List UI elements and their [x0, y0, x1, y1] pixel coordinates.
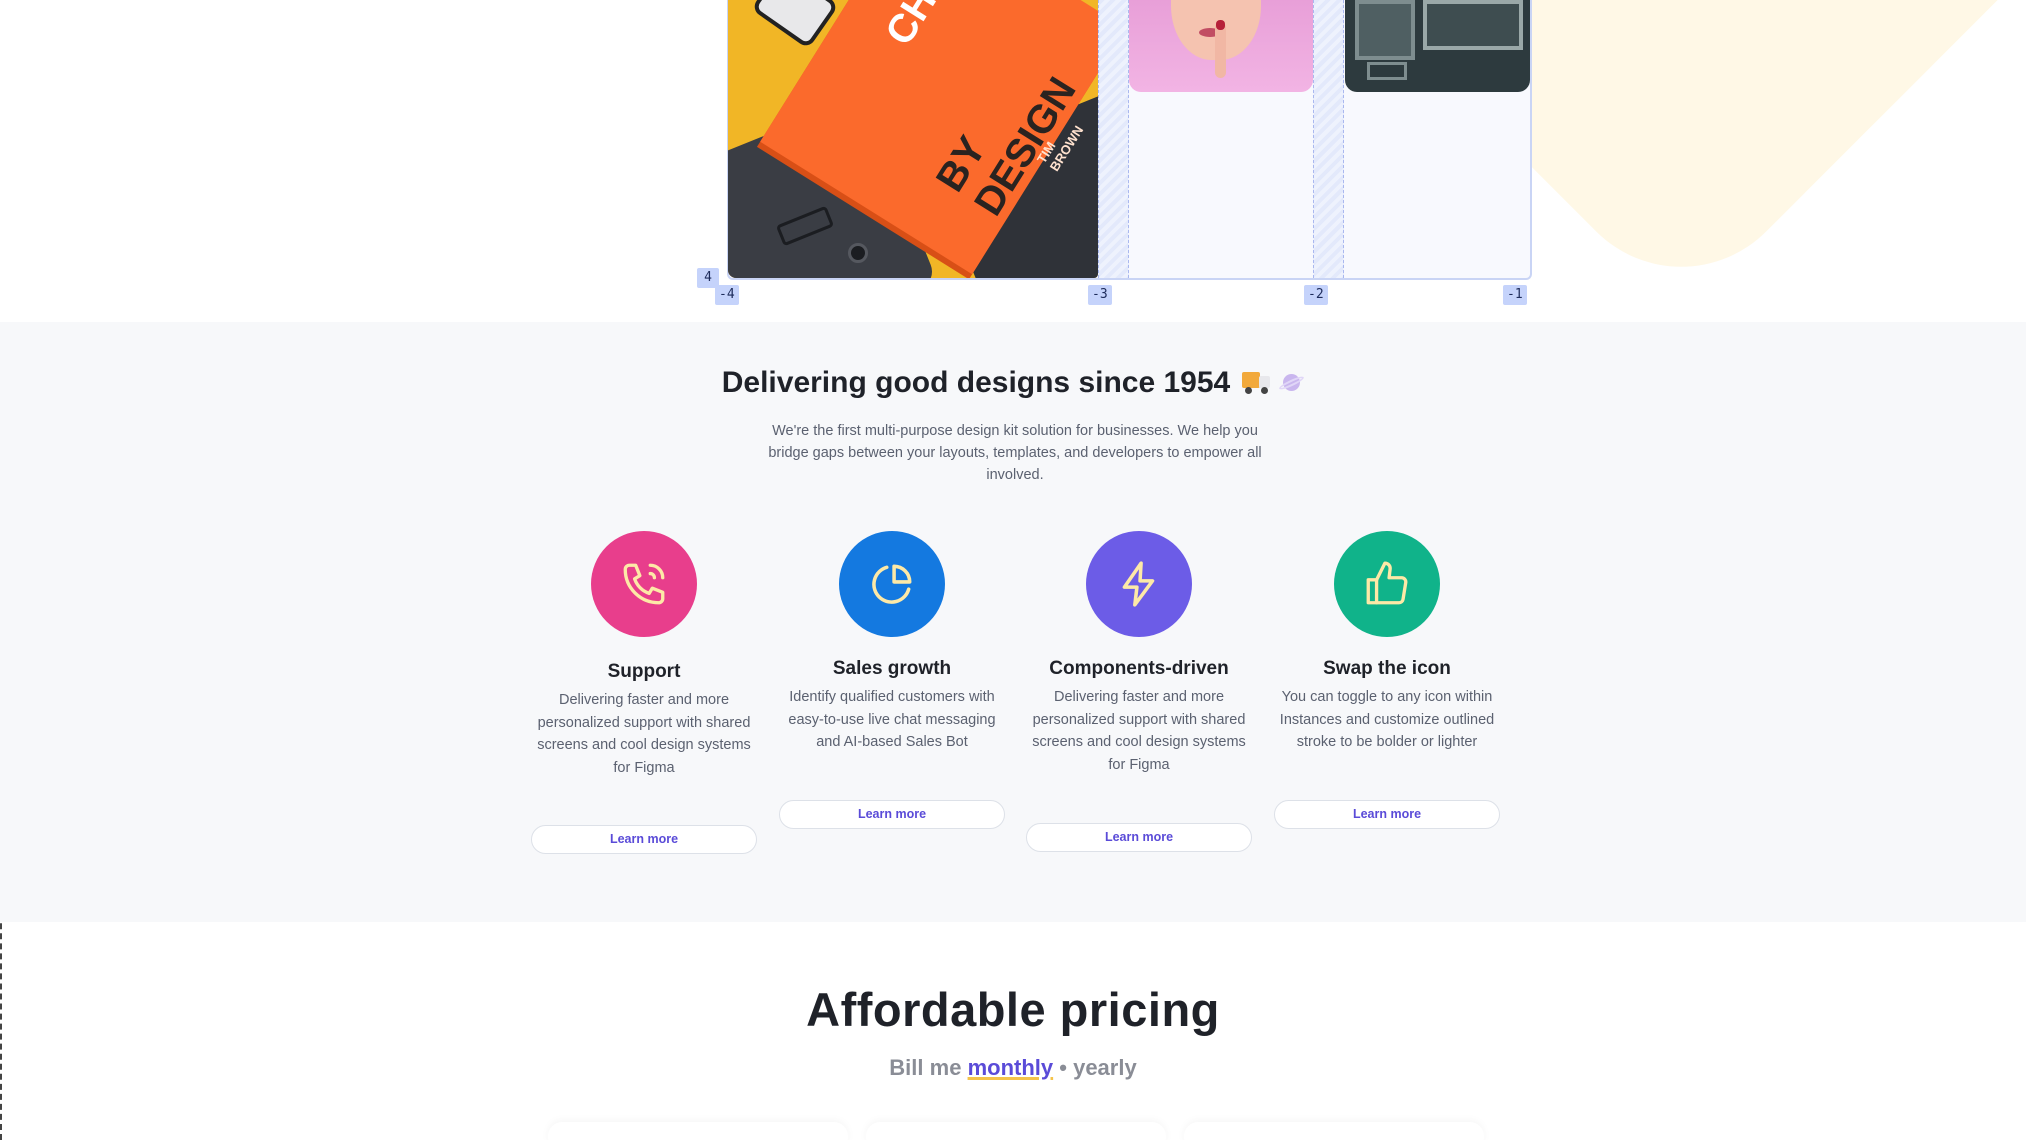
- planet-icon: [1278, 372, 1306, 394]
- card-description: Delivering faster and more personalized …: [537, 692, 751, 776]
- billing-yearly-option[interactable]: yearly: [1073, 1055, 1137, 1080]
- grid-badge[interactable]: -4: [715, 285, 739, 305]
- card-description: Delivering faster and more personalized …: [1032, 689, 1246, 773]
- grid-badge[interactable]: -1: [1503, 285, 1527, 305]
- billing-toggle: Bill me monthly • yearly: [0, 1055, 2026, 1081]
- card-title: Swap the icon: [1323, 658, 1451, 679]
- grid-badge[interactable]: -2: [1304, 285, 1328, 305]
- features-title: Delivering good designs since 1954: [0, 366, 2026, 400]
- lightning-icon: [1086, 531, 1192, 637]
- learn-more-button-support[interactable]: Learn more: [531, 825, 757, 854]
- pricing-card: [1184, 1122, 1484, 1140]
- features-section: Delivering good designs since 1954 We're…: [0, 322, 2026, 922]
- learn-more-button-sales-growth[interactable]: Learn more: [779, 800, 1005, 829]
- learn-more-button-components-driven[interactable]: Learn more: [1026, 823, 1252, 852]
- desk-object: [1367, 62, 1407, 80]
- pie-chart-icon: [839, 531, 945, 637]
- billing-monthly-option[interactable]: monthly: [968, 1055, 1054, 1080]
- desk-photo: [1345, 0, 1530, 92]
- tablet-knob: [848, 243, 868, 263]
- thumbs-up-icon: [1334, 531, 1440, 637]
- billing-separator: •: [1059, 1055, 1067, 1080]
- pricing-title: Affordable pricing: [806, 983, 1220, 1036]
- feature-card-swap-icon: Swap the icon You can toggle to any icon…: [1272, 531, 1502, 754]
- finger: [1215, 22, 1226, 78]
- features-description: We're the first multi-purpose design kit…: [768, 423, 1262, 483]
- card-title: Support: [607, 661, 681, 682]
- desk-object: [1423, 0, 1523, 50]
- card-description: You can toggle to any icon within Instan…: [1279, 689, 1495, 750]
- book-photo: CHANG BY DESIGN TIM BROWN: [728, 0, 1098, 278]
- truck-icon: [1242, 372, 1271, 394]
- hero-section: CHANG BY DESIGN TIM BROWN 4 -4 -3 -2 -1: [0, 0, 2026, 322]
- grid-gutter: [1313, 0, 1344, 278]
- learn-more-button-swap-icon[interactable]: Learn more: [1274, 800, 1500, 829]
- feature-card-sales-growth: Sales growth Identify qualified customer…: [777, 531, 1007, 754]
- features-title-text: Delivering good designs since 1954: [721, 366, 1231, 399]
- billing-prefix: Bill me: [889, 1055, 962, 1080]
- portrait-photo: [1129, 0, 1313, 92]
- pricing-card: [866, 1122, 1166, 1140]
- nail: [1216, 20, 1225, 30]
- grid-badge[interactable]: -3: [1088, 285, 1112, 305]
- card-description: Identify qualified customers with easy-t…: [788, 689, 996, 750]
- phone-call-icon: [591, 531, 697, 637]
- card-title: Sales growth: [832, 658, 952, 679]
- card-title: Components-driven: [1049, 658, 1229, 679]
- feature-card-components-driven: Components-driven Delivering faster and …: [1024, 531, 1254, 776]
- pricing-card: [548, 1122, 848, 1140]
- grid-gutter: [1098, 0, 1129, 278]
- feature-card-support: Support Delivering faster and more perso…: [529, 531, 759, 779]
- desk-object: [1355, 0, 1415, 60]
